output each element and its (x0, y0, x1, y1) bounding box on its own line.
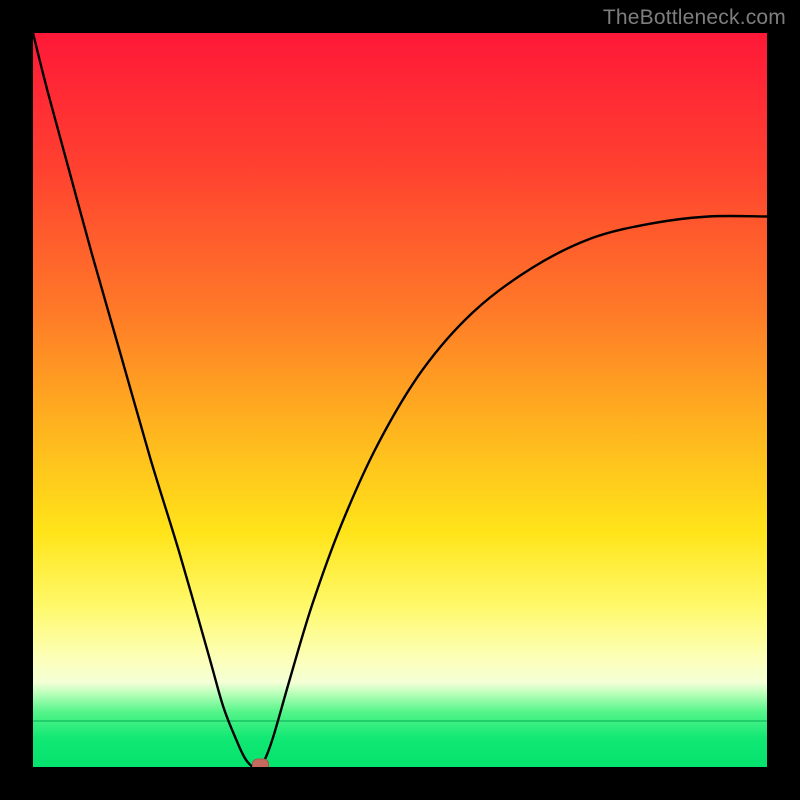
watermark-text: TheBottleneck.com (603, 6, 786, 30)
bottleneck-curve (33, 33, 767, 767)
plot-area (33, 33, 767, 767)
minimum-marker (253, 759, 269, 767)
curve-svg (33, 33, 767, 767)
chart-frame: TheBottleneck.com (0, 0, 800, 800)
